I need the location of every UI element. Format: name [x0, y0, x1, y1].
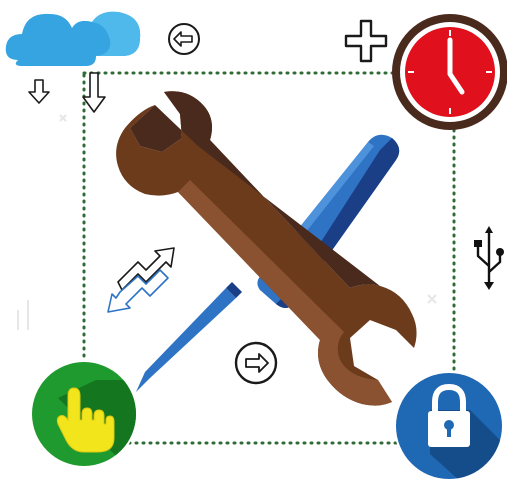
- clock-icon: [392, 14, 507, 130]
- arrow-down-icon: [28, 79, 50, 104]
- trend-arrows-icon: [107, 247, 175, 313]
- circled-arrow-right-icon[interactable]: [234, 341, 278, 385]
- long-arrow-down-icon: [82, 72, 106, 113]
- cloud-icon: [5, 11, 141, 66]
- tools-illustration: [5, 11, 507, 490]
- circled-arrow-left-icon[interactable]: [168, 23, 200, 55]
- pointing-hand-button[interactable]: [30, 360, 150, 470]
- lock-button[interactable]: [394, 371, 507, 490]
- plus-icon: [344, 19, 388, 63]
- usb-icon: [474, 226, 504, 290]
